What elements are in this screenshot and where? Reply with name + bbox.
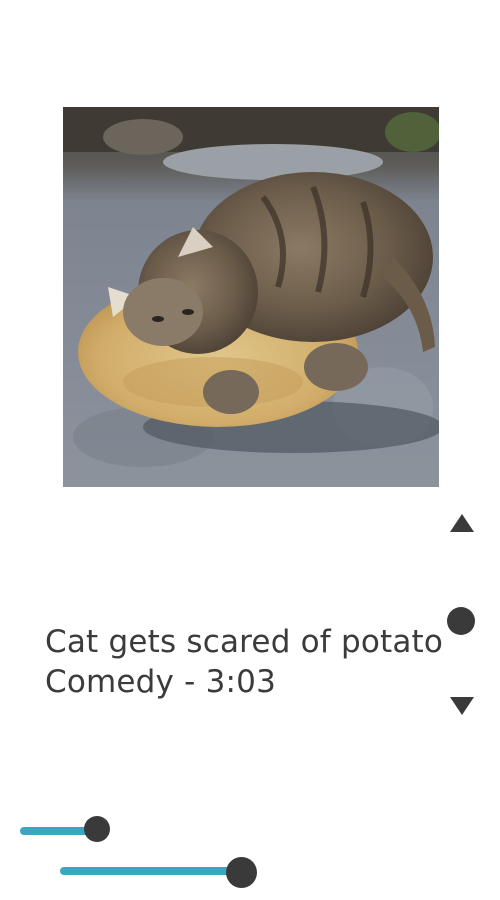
slider-1[interactable] (20, 814, 115, 848)
video-thumbnail[interactable] (63, 107, 439, 487)
slider-2[interactable] (60, 854, 260, 888)
slider-2-track[interactable] (60, 867, 230, 875)
video-meta: Comedy - 3:03 (45, 664, 277, 700)
triangle-down-icon[interactable] (450, 697, 474, 715)
slider-2-knob[interactable] (226, 857, 257, 888)
scroll-position-icon[interactable] (447, 607, 475, 635)
slider-1-knob[interactable] (84, 816, 110, 842)
video-item-screen: Cat gets scared of potato Comedy - 3:03 (0, 0, 500, 900)
video-title[interactable]: Cat gets scared of potato (45, 624, 443, 660)
triangle-up-icon[interactable] (450, 514, 474, 532)
